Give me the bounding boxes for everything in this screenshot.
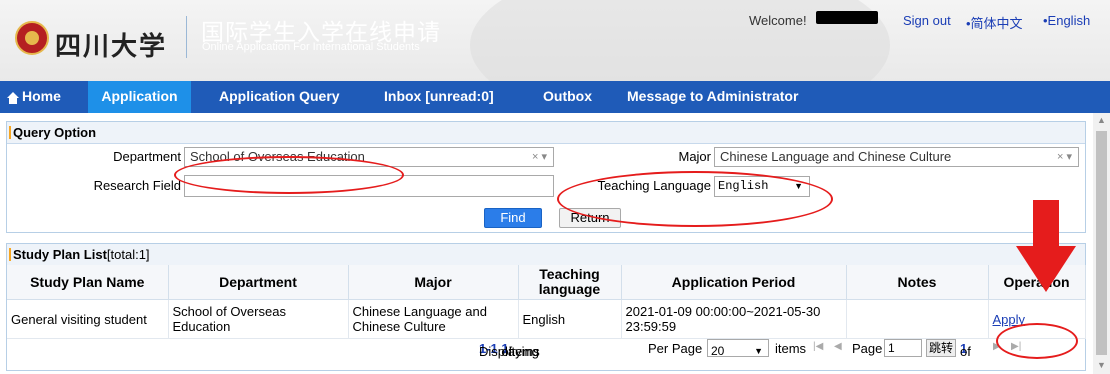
study-plan-name-cell: General visiting student [7,299,169,339]
research-field-label: Research Field [93,178,181,193]
page-scrollbar[interactable]: ▲ ▼ [1093,113,1110,374]
nav-application[interactable]: Application [88,81,191,113]
table-header-row: Study Plan Name Department Major Teachin… [7,265,1086,300]
pager-summary: Displaying 1-1 of 1 items [479,341,540,359]
column-header[interactable]: Major [348,265,519,300]
site-header: 四川大学 国际学生入学在线申请 Online Application For I… [0,0,1110,81]
welcome-text: Welcome! [749,13,807,28]
university-logo[interactable]: 四川大学 [10,9,178,71]
teaching-language-cell: English [518,299,622,339]
nav-application-query[interactable]: Application Query [219,81,340,113]
university-name: 四川大学 [55,32,168,62]
first-page-icon[interactable]: |◀ [813,341,823,352]
scroll-down-icon[interactable]: ▼ [1097,360,1106,370]
pagination-bar: Displaying 1-1 of 1 items Per Page 20 ▼ i… [7,338,1085,360]
annotation-ellipse-apply [996,323,1078,359]
major-combobox[interactable]: Chinese Language and Chinese Culture × ▾ [714,147,1079,167]
study-plan-list-panel: Study Plan List[total:1] Study Plan Name… [6,243,1086,371]
annotation-arrow-down-icon [1016,200,1076,292]
department-clear-dropdown-icon[interactable]: × ▾ [532,148,547,166]
notes-cell [846,299,989,339]
study-plan-table: Study Plan Name Department Major Teachin… [7,265,1086,339]
department-label: Department [113,149,181,164]
nav-message-admin[interactable]: Message to Administrator [627,81,798,113]
page-label: Page [852,341,883,356]
column-header[interactable]: Notes [846,265,989,300]
per-page-select[interactable]: 20 ▼ [707,339,769,358]
major-clear-dropdown-icon[interactable]: × ▾ [1057,148,1072,166]
major-cell: Chinese Language and Chinese Culture [348,299,519,339]
study-plan-total: [total:1] [106,247,150,262]
nav-outbox[interactable]: Outbox [543,81,592,113]
column-header[interactable]: Study Plan Name [7,265,169,300]
major-value: Chinese Language and Chinese Culture [720,149,952,164]
study-plan-list-title: Study Plan List [13,247,107,262]
nav-home[interactable]: Home [7,81,61,113]
items-label: items [775,341,807,356]
redacted-username [816,11,878,24]
department-cell: School of Overseas Education [168,299,349,339]
prev-page-icon[interactable]: ◀ [834,341,842,352]
home-icon [7,92,19,104]
query-option-title: Query Option [7,122,1085,144]
nav-inbox[interactable]: Inbox [unread:0] [384,81,494,113]
table-row[interactable]: General visiting student School of Overs… [7,299,1086,339]
sign-out-link[interactable]: Sign out [903,13,951,28]
page-number-input[interactable]: 1 [884,339,922,357]
annotation-ellipse-teaching-language [557,171,833,227]
scroll-up-icon[interactable]: ▲ [1097,115,1106,125]
find-button[interactable]: Find [484,208,542,228]
scrollbar-thumb[interactable] [1096,131,1107,355]
column-header[interactable]: Application Period [621,265,847,300]
page-count: of 1 [960,341,971,359]
lang-chinese-link[interactable]: •简体中文 [966,13,1023,32]
per-page-label: Per Page [648,341,703,356]
annotation-ellipse-research-field [174,156,404,194]
query-option-panel: Query Option Department School of Overse… [6,121,1086,233]
study-plan-list-header: Study Plan List[total:1] [7,244,1085,266]
lang-english-link[interactable]: •English [1043,13,1090,28]
jump-button[interactable]: 跳转 [926,339,956,357]
main-nav: Home Application Application Query Inbox… [0,81,1110,113]
university-seal-icon [15,21,49,55]
application-period-cell: 2021-01-09 00:00:00~2021-05-30 23:59:59 [621,299,847,339]
site-title-en: Online Application For International Stu… [202,41,420,53]
column-header[interactable]: Teaching language [518,265,622,300]
column-header[interactable]: Department [168,265,349,300]
major-label: Major [678,149,711,164]
nav-home-label: Home [22,88,61,104]
header-divider [186,16,187,58]
chevron-down-icon: ▼ [754,346,763,356]
